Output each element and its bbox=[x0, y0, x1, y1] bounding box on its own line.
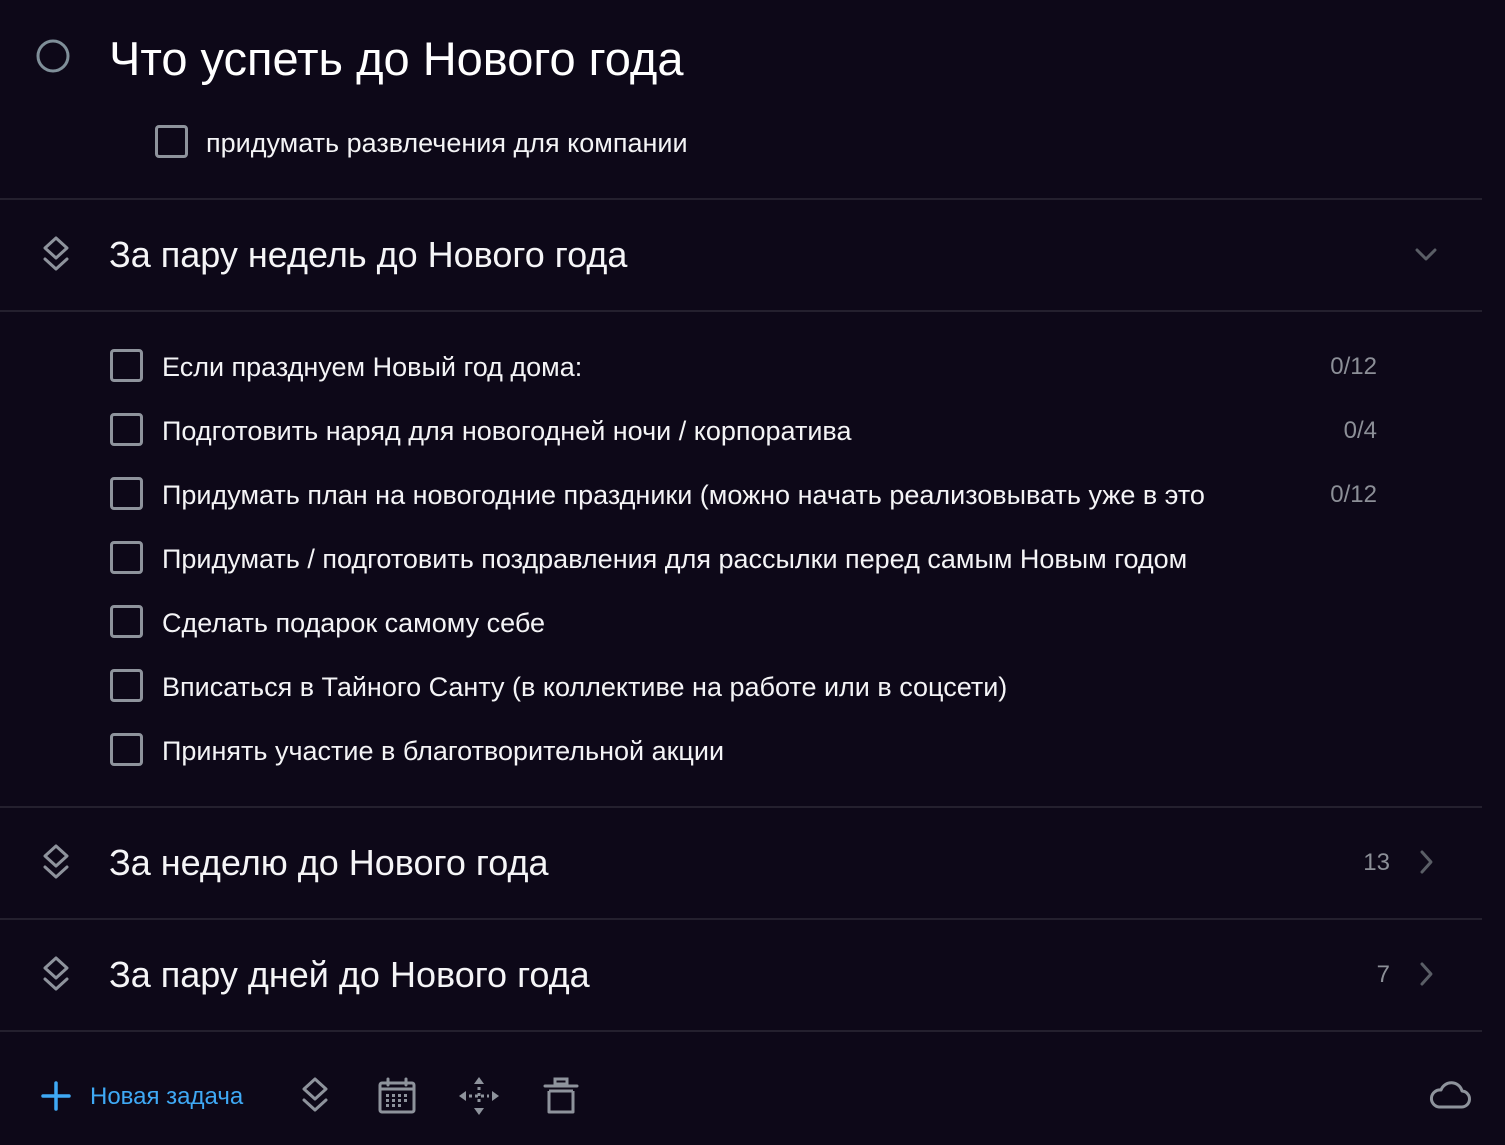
task-label[interactable]: Придумать / подготовить поздравления для… bbox=[162, 542, 1282, 576]
trash-icon[interactable] bbox=[543, 1077, 579, 1115]
heading-title[interactable]: За пару недель до Нового года bbox=[109, 233, 627, 277]
task-label[interactable]: Принять участие в благотворительной акци… bbox=[162, 734, 1282, 768]
checklist-progress: 0/12 bbox=[1330, 353, 1377, 380]
heading-title[interactable]: За пару дней до Нового года bbox=[109, 953, 590, 997]
heading-title[interactable]: За неделю до Нового года bbox=[109, 841, 548, 885]
heading-task-count: 13 bbox=[1363, 849, 1390, 876]
project-title[interactable]: Что успеть до Нового года bbox=[109, 30, 683, 88]
chevron-down-icon[interactable] bbox=[1413, 242, 1439, 268]
move-icon[interactable] bbox=[458, 1076, 500, 1116]
task-checkbox[interactable] bbox=[110, 541, 143, 574]
heading-icon[interactable] bbox=[299, 1076, 331, 1116]
task-checkbox[interactable] bbox=[155, 125, 188, 158]
new-task-button[interactable]: Новая задача bbox=[90, 1082, 243, 1112]
heading-icon bbox=[43, 956, 69, 991]
task-checkbox[interactable] bbox=[110, 413, 143, 446]
task-checkbox[interactable] bbox=[110, 605, 143, 638]
task-label[interactable]: Вписаться в Тайного Санту (в коллективе … bbox=[162, 670, 1282, 704]
task-label[interactable]: Подготовить наряд для новогодней ночи / … bbox=[162, 414, 1282, 448]
task-checkbox[interactable] bbox=[110, 477, 143, 510]
heading-task-count: 7 bbox=[1376, 961, 1390, 988]
project-status-circle-icon[interactable] bbox=[36, 39, 70, 73]
checklist-progress: 0/12 bbox=[1330, 481, 1377, 508]
task-checkbox[interactable] bbox=[110, 733, 143, 766]
task-label[interactable]: Если празднуем Новый год дома: bbox=[162, 350, 1282, 384]
divider bbox=[0, 806, 1482, 808]
chevron-right-icon[interactable] bbox=[1414, 961, 1440, 987]
task-label[interactable]: Сделать подарок самому себе bbox=[162, 606, 1282, 640]
plus-icon[interactable] bbox=[40, 1080, 72, 1112]
checklist-progress: 0/4 bbox=[1343, 417, 1377, 444]
text-fade bbox=[1244, 475, 1284, 515]
divider bbox=[0, 310, 1482, 312]
heading-icon bbox=[43, 236, 69, 271]
divider bbox=[0, 918, 1482, 920]
task-label[interactable]: придумать развлечения для компании bbox=[206, 126, 688, 160]
divider bbox=[0, 1030, 1482, 1032]
calendar-icon[interactable] bbox=[377, 1077, 417, 1115]
chevron-right-icon[interactable] bbox=[1414, 849, 1440, 875]
divider bbox=[0, 198, 1482, 200]
task-checkbox[interactable] bbox=[110, 669, 143, 702]
heading-icon bbox=[43, 844, 69, 879]
cloud-icon[interactable] bbox=[1428, 1080, 1472, 1110]
task-label[interactable]: Придумать план на новогодние праздники (… bbox=[162, 478, 1282, 512]
task-checkbox[interactable] bbox=[110, 349, 143, 382]
